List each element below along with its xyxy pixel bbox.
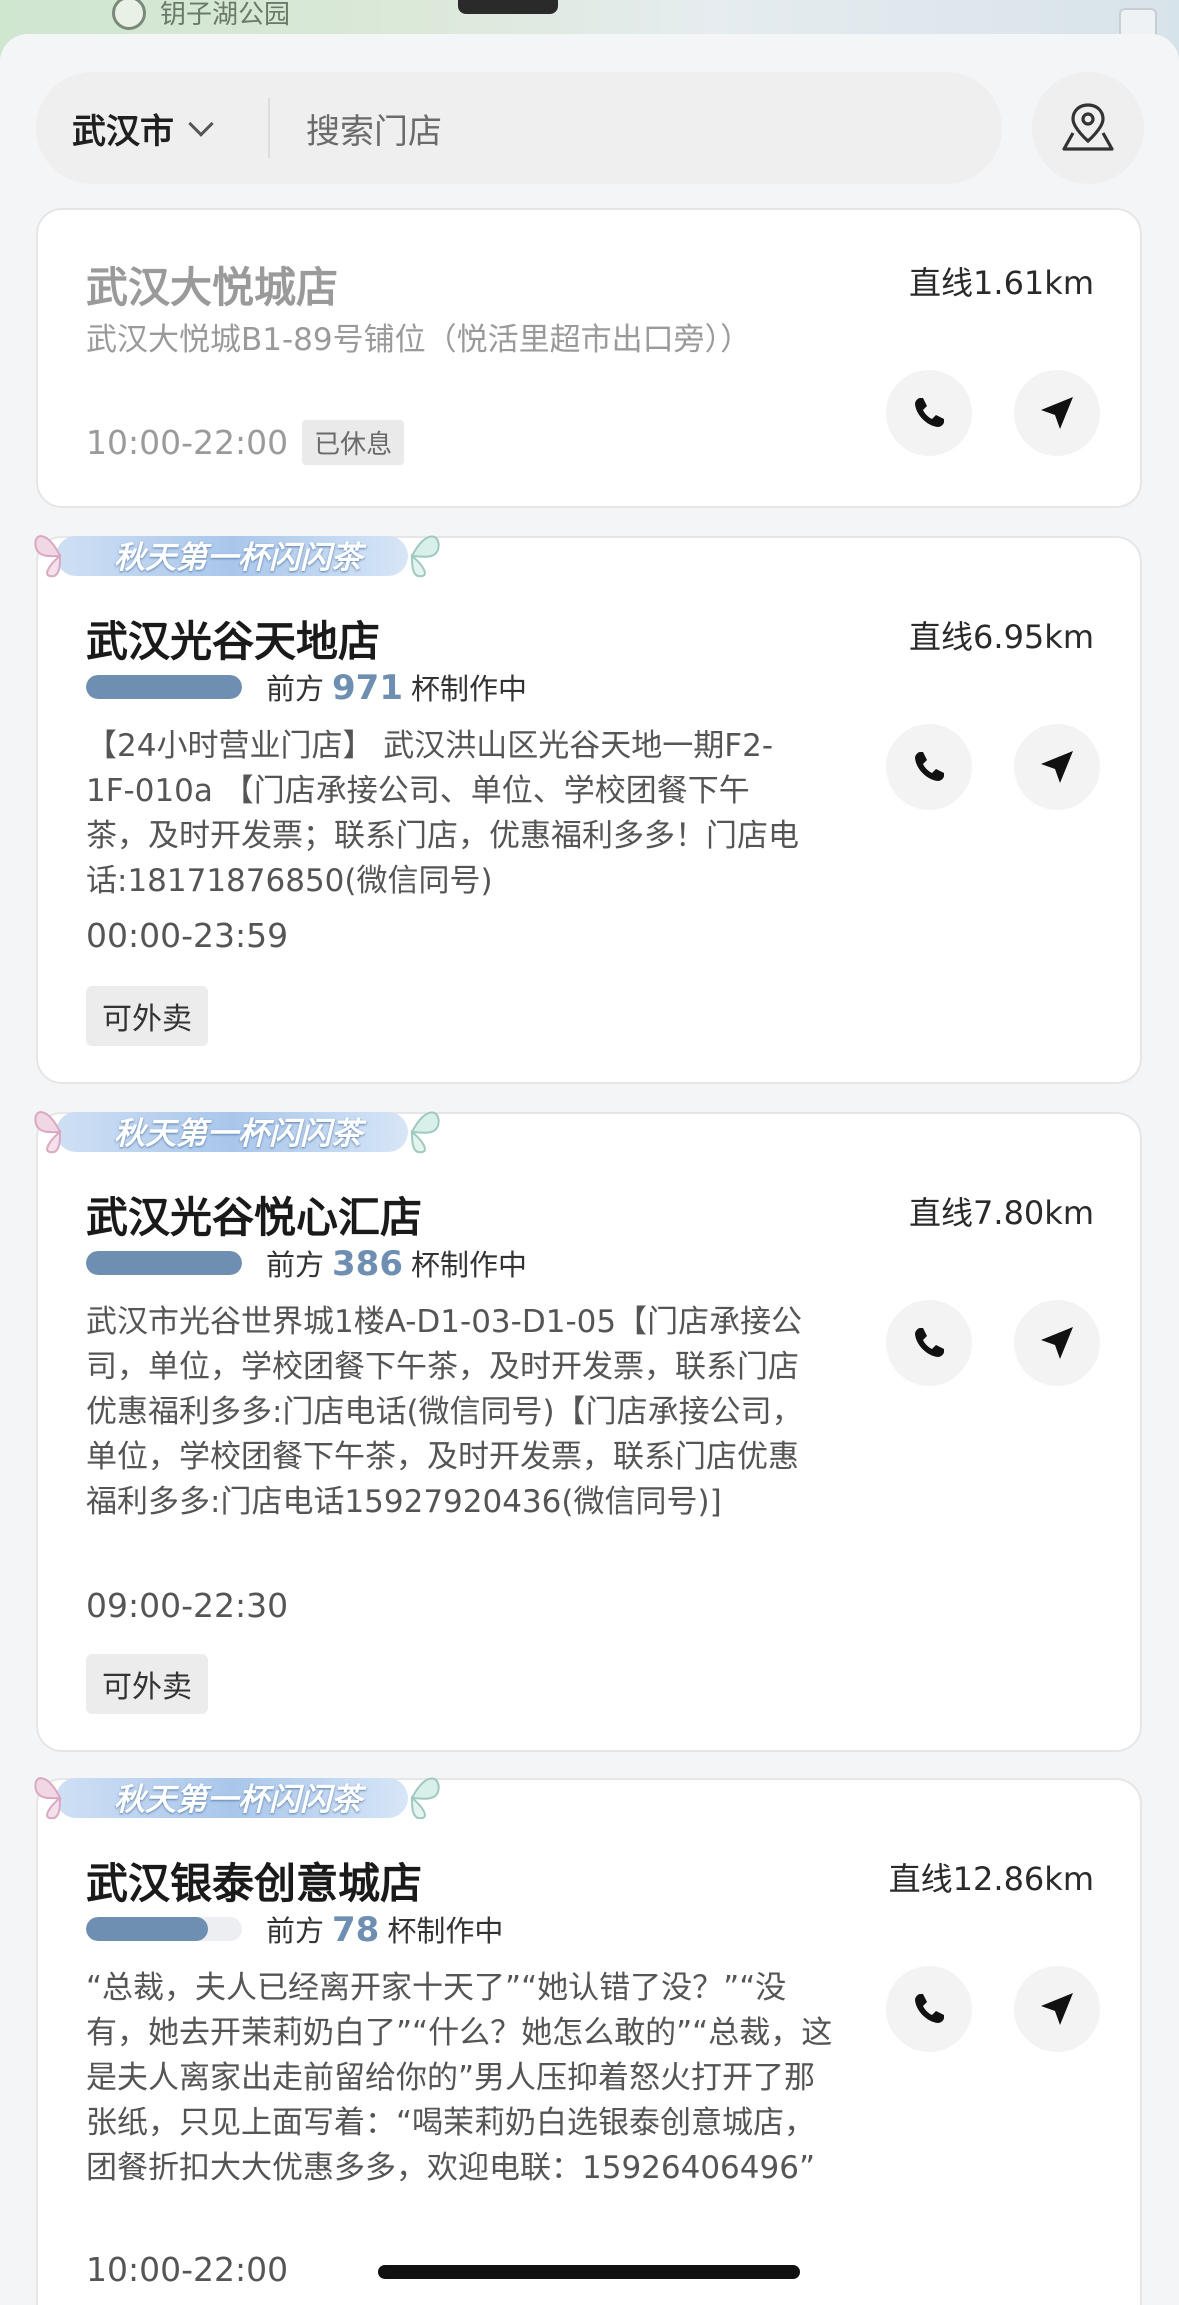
search-input[interactable]: 搜索门店: [270, 104, 442, 153]
store-address: 【24小时营业门店】 武汉洪山区光谷天地一期F2-1F-010a 【门店承接公司…: [86, 728, 799, 899]
queue-prefix: 前方: [266, 1914, 325, 1948]
navigate-button[interactable]: [1014, 370, 1100, 456]
search-bar: 武汉市 搜索门店: [36, 72, 1002, 184]
store-distance: 直线12.86km: [888, 1860, 1094, 1898]
queue-count: 386: [332, 1244, 403, 1284]
butterfly-icon: [410, 1111, 440, 1154]
store-distance: 直线1.61km: [909, 264, 1094, 302]
queue-prefix: 前方: [266, 1248, 325, 1282]
queue-status: 前方 971 杯制作中: [86, 666, 527, 708]
store-hours-row: 09:00-22:30: [86, 1586, 288, 1625]
store-hours: 10:00-22:00: [86, 423, 289, 462]
map-view-button[interactable]: [1032, 72, 1144, 184]
status-badge: 已休息: [302, 420, 405, 465]
queue-text: 前方 386 杯制作中: [266, 1242, 527, 1284]
city-name: 武汉市: [72, 111, 174, 152]
queue-suffix: 杯制作中: [411, 672, 528, 706]
promo-text: 秋天第一杯闪闪茶: [114, 540, 362, 576]
promo-text: 秋天第一杯闪闪茶: [114, 1782, 362, 1818]
store-hours: 09:00-22:30: [86, 1586, 289, 1625]
phone-icon: [915, 752, 944, 781]
store-address: 武汉市光谷世界城1楼A-D1-03-D1-05【门店承接公司，单位，学校团餐下午…: [86, 1304, 803, 1520]
store-name: 武汉光谷悦心汇店: [86, 1193, 423, 1242]
store-card[interactable]: 武汉大悦城店 直线1.61km 武汉大悦城B1-89号铺位（悦活里超市出口旁））…: [36, 208, 1142, 508]
butterfly-icon: [410, 1777, 440, 1820]
promo-ribbon: 秋天第一杯闪闪茶: [30, 1764, 442, 1826]
delivery-tag: 可外卖: [86, 1654, 208, 1714]
queue-count: 971: [332, 668, 403, 708]
queue-progress-fill: [86, 1917, 208, 1941]
city-selector[interactable]: 武汉市: [36, 98, 270, 158]
butterfly-icon: [34, 1777, 62, 1820]
queue-progress-bar: [86, 675, 242, 699]
queue-progress-fill: [86, 1251, 242, 1275]
promo-ribbon: 秋天第一杯闪闪茶: [30, 522, 442, 584]
store-address: 武汉大悦城B1-89号铺位（悦活里超市出口旁））: [86, 322, 752, 358]
store-distance: 直线6.95km: [909, 618, 1094, 656]
queue-suffix: 杯制作中: [387, 1914, 504, 1948]
queue-text: 前方 971 杯制作中: [266, 666, 527, 708]
map-location-icon: [1062, 103, 1114, 151]
call-button[interactable]: [886, 370, 972, 456]
store-hours: 10:00-22:00: [86, 2250, 289, 2289]
butterfly-icon: [410, 535, 440, 578]
call-button[interactable]: [886, 1300, 972, 1386]
navigate-arrow-icon: [1041, 1327, 1073, 1359]
map-pin-icon: [112, 0, 146, 30]
delivery-tag: 可外卖: [86, 986, 208, 1046]
call-button[interactable]: [886, 1966, 972, 2052]
promo-ribbon: 秋天第一杯闪闪茶: [30, 1098, 442, 1160]
store-address: “总裁，夫人已经离开家十天了”“她认错了没？”“没有，她去开茉莉奶白了”“什么？…: [86, 1970, 833, 2186]
store-hours-row: 10:00-22:00 已休息: [86, 420, 405, 465]
promo-text: 秋天第一杯闪闪茶: [114, 1116, 362, 1152]
phone-icon: [915, 1328, 944, 1357]
store-card[interactable]: 武汉银泰创意城店 直线12.86km 前方 78 杯制作中 “总裁，夫人已经离开…: [36, 1778, 1142, 2305]
store-hours-row: 10:00-22:00: [86, 2250, 288, 2289]
queue-suffix: 杯制作中: [411, 1248, 528, 1282]
queue-progress-bar: [86, 1251, 242, 1275]
navigate-arrow-icon: [1041, 397, 1073, 429]
call-button[interactable]: [886, 724, 972, 810]
map-label: 钥子湖公园: [160, 0, 291, 30]
store-card[interactable]: 武汉光谷天地店 直线6.95km 前方 971 杯制作中 【24小时营业门店】 …: [36, 536, 1142, 1084]
queue-prefix: 前方: [266, 672, 325, 706]
phone-icon: [915, 1994, 944, 2023]
store-hours: 00:00-23:59: [86, 916, 289, 955]
store-name: 武汉银泰创意城店: [86, 1859, 423, 1908]
queue-text: 前方 78 杯制作中: [266, 1908, 503, 1950]
store-hours-row: 00:00-23:59: [86, 916, 288, 955]
queue-progress-fill: [86, 675, 242, 699]
butterfly-icon: [34, 1111, 62, 1154]
butterfly-icon: [34, 535, 62, 578]
navigate-arrow-icon: [1041, 751, 1073, 783]
navigate-arrow-icon: [1041, 1993, 1073, 2025]
queue-progress-bar: [86, 1917, 242, 1941]
map-road: [458, 0, 558, 14]
home-indicator[interactable]: [378, 2265, 800, 2279]
navigate-button[interactable]: [1014, 724, 1100, 810]
navigate-button[interactable]: [1014, 1966, 1100, 2052]
phone-icon: [915, 398, 944, 427]
queue-count: 78: [332, 1910, 380, 1950]
navigate-button[interactable]: [1014, 1300, 1100, 1386]
store-name: 武汉光谷天地店: [86, 617, 381, 666]
store-distance: 直线7.80km: [909, 1194, 1094, 1232]
queue-status: 前方 78 杯制作中: [86, 1908, 503, 1950]
store-name: 武汉大悦城店: [86, 263, 339, 312]
chevron-down-icon: [188, 111, 214, 137]
queue-status: 前方 386 杯制作中: [86, 1242, 527, 1284]
store-card[interactable]: 武汉光谷悦心汇店 直线7.80km 前方 386 杯制作中 武汉市光谷世界城1楼…: [36, 1112, 1142, 1752]
